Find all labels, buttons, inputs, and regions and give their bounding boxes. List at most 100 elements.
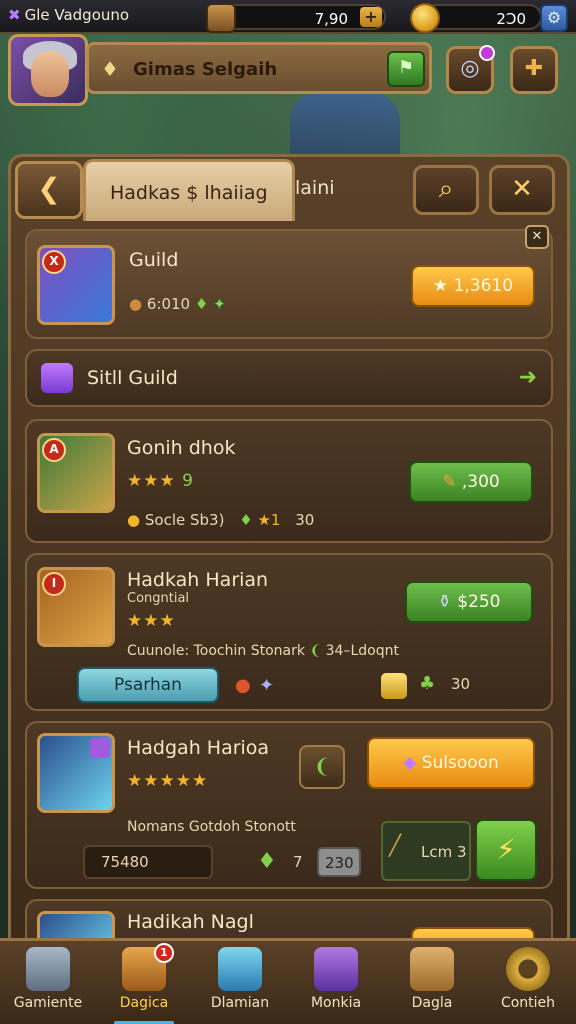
hero-card[interactable]: A Gonih dhok ★★★ 9 ● Socle Sb3) ♦ ★1 30 … <box>25 419 553 543</box>
location-pin-icon: ♦ <box>101 57 119 81</box>
rank-badge: A <box>42 438 66 462</box>
chest-value: 7,90 <box>314 10 348 28</box>
player-name: ✖ Gle Vadgouno <box>8 6 129 24</box>
nav-label: Gamiente <box>13 995 83 1011</box>
puzzle-icon: ✚ <box>524 56 544 81</box>
chest-desc-text: Cuunole: Toochin Stonark <box>127 643 305 659</box>
crystal-info-button[interactable]: ❨ <box>299 745 345 789</box>
crystal-counter: 75480 <box>83 845 213 879</box>
add-chest-button[interactable]: + <box>360 7 382 27</box>
hero-thumbnail: A <box>37 433 115 513</box>
purple-gem-icon <box>41 363 73 393</box>
crystal-card[interactable]: Hadgah Harioa ★★★★★ ❨ ◆ Sulsooon Nomans … <box>25 721 553 889</box>
card-close-button[interactable]: ✕ <box>525 225 549 249</box>
potion-icon: ⚱ <box>437 592 452 612</box>
crystal-stars: ★★★★★ <box>127 771 209 791</box>
chest-icon <box>206 3 236 33</box>
guild-name-plate[interactable]: ♦ Gimas Selgaih ⚑ <box>86 42 432 94</box>
portal-icon: ◎ <box>460 56 480 81</box>
purple-gem-corner-icon <box>90 738 110 758</box>
chest-price-button[interactable]: ⚱ $250 <box>405 581 533 623</box>
close-button[interactable]: ✕ <box>489 165 555 215</box>
crystal-title: Hadgah Harioa <box>127 737 270 759</box>
gold-bar-icon <box>381 673 407 699</box>
card-title: Guild <box>129 249 179 271</box>
crystal-price-button[interactable]: ◆ Sulsooon <box>367 737 535 789</box>
nav-item-contieh[interactable]: Contieh <box>480 941 576 1024</box>
bread-icon: ● <box>129 295 143 313</box>
guild-row[interactable]: Sitll Guild ➜ <box>25 349 553 407</box>
star-rating: ★★★ <box>127 471 176 491</box>
coin-icon <box>410 3 440 33</box>
search-icon: ⌕ <box>438 174 454 204</box>
potion-icon <box>218 947 262 991</box>
tab-title-label: Hadkas $ lhaiiag <box>110 182 268 204</box>
rank-badge: X <box>42 250 66 274</box>
chest-stars: ★★★ <box>127 611 176 631</box>
crystal-counter-value: 75480 <box>101 853 149 871</box>
leaf-icon: ❨ <box>313 754 331 778</box>
flag-icon: ⚑ <box>397 57 415 78</box>
back-arrow-icon: ❮ <box>37 172 61 205</box>
scroll-icon <box>410 947 454 991</box>
chest-desc-tail: 34–Ldoqnt <box>325 643 399 659</box>
item-slot[interactable]: ╱ Lcm 3 <box>381 821 471 881</box>
leaf-icon: ❨ <box>309 643 322 659</box>
guild-card[interactable]: X Guild ● 6:010 ♦ ✦ ★ 1,3610 ✕ <box>25 225 553 339</box>
bolt-button[interactable]: ⚡ <box>475 819 537 881</box>
leaf-icon: ♦ <box>194 295 209 313</box>
nav-label: Contieh <box>500 995 556 1011</box>
chest-price: $250 <box>457 592 501 612</box>
leaf-icon: ♣ <box>419 673 436 694</box>
rank-badge: I <box>42 572 66 596</box>
close-icon: ✕ <box>531 229 543 244</box>
coin-small-icon: ● <box>127 511 141 529</box>
nav-label: Dagica <box>119 995 169 1011</box>
nav-item-gamiente[interactable]: Gamiente <box>0 941 96 1024</box>
hero-sub: ● Socle Sb3) ♦ ★1 30 <box>127 511 314 529</box>
guild-row-label: Sitll Guild <box>87 367 178 389</box>
crystal-thumbnail <box>37 733 115 813</box>
nav-item-monkia[interactable]: Monkia <box>288 941 384 1024</box>
tab-active[interactable]: Hadkas $ lhaiiag <box>83 159 295 221</box>
apple-icon: ● <box>235 675 251 696</box>
feather-icon: ✎ <box>442 472 457 492</box>
arrow-right-icon: ➜ <box>518 365 537 390</box>
nav-item-dagica[interactable]: 1 Dagica <box>96 941 192 1024</box>
notification-dot <box>479 45 495 61</box>
guild-flag-button[interactable]: ⚑ <box>387 51 425 87</box>
nav-item-dlamian[interactable]: Dlamian <box>192 941 288 1024</box>
hero-extra-num: 30 <box>295 511 315 529</box>
chest-card[interactable]: I Hadkah Harian Congntial ★★★ Cuunole: T… <box>25 553 553 711</box>
chest-extra-num: 30 <box>451 675 471 693</box>
puzzle-button[interactable]: ✚ <box>510 46 558 94</box>
gear-icon: ⚙ <box>546 8 562 27</box>
settings-button[interactable]: ⚙ <box>540 4 568 32</box>
chest-title: Hadkah Harian <box>127 569 269 591</box>
search-button[interactable]: ⌕ <box>413 165 479 215</box>
gear-icon <box>506 947 550 991</box>
bottom-nav: Gamiente 1 Dagica Dlamian Monkia Dagla C… <box>0 938 576 1024</box>
guild-name: Gimas Selgaih <box>133 59 278 80</box>
chest-subtitle: Congntial <box>127 591 190 606</box>
nav-item-dagla[interactable]: Dagla <box>384 941 480 1024</box>
leaf-icon: ♦ <box>239 511 253 529</box>
crystal-num: 7 <box>293 853 303 871</box>
avatar-face <box>31 51 69 97</box>
player-avatar[interactable] <box>8 34 88 106</box>
partial-title: Hadikah Nagl <box>127 911 254 933</box>
nav-label: Monkia <box>310 995 362 1011</box>
leaf-icon: ♦ <box>257 849 277 874</box>
nav-badge: 1 <box>154 943 174 963</box>
portal-button[interactable]: ◎ <box>446 45 495 94</box>
guild-price-button[interactable]: ★ 1,3610 <box>411 265 535 307</box>
gem-icon: ✖ <box>8 6 21 24</box>
chest-resource: 7,90 + <box>206 3 386 33</box>
back-button[interactable]: ❮ <box>15 161 83 219</box>
hero-price-button[interactable]: ✎ ,300 <box>409 461 533 503</box>
chest-desc: Cuunole: Toochin Stonark ❨ 34–Ldoqnt <box>127 643 399 659</box>
close-icon: ✕ <box>511 174 533 204</box>
nav-label: Dagla <box>411 995 453 1011</box>
chest-pill-button[interactable]: Psarhan <box>77 667 219 703</box>
coin-value: 2Ɔ0 <box>496 10 526 28</box>
